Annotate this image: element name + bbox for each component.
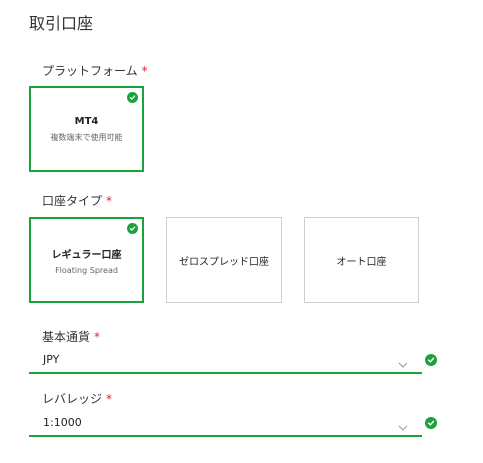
page-title: 取引口座 xyxy=(29,14,94,33)
chevron-down-icon xyxy=(398,354,408,373)
required-marker: * xyxy=(106,392,113,406)
platform-label-text: プラットフォーム xyxy=(42,64,138,78)
account-type-option-name: ゼロスプレッド口座 xyxy=(179,256,269,268)
account-type-option-name: オート口座 xyxy=(336,256,387,268)
leverage-select[interactable]: 1:1000 xyxy=(29,411,422,437)
currency-label: 基本通貨 * xyxy=(42,328,100,345)
leverage-label-text: レバレッジ xyxy=(42,392,103,406)
platform-option-mt4[interactable]: MT4 複数端末で使用可能 xyxy=(29,86,144,172)
currency-select[interactable]: JPY xyxy=(29,348,422,374)
valid-check-icon xyxy=(425,417,437,429)
currency-label-text: 基本通貨 xyxy=(42,330,91,344)
valid-check-icon xyxy=(425,354,437,366)
chevron-down-icon xyxy=(398,417,408,436)
platform-option-desc: 複数端末で使用可能 xyxy=(50,132,123,142)
check-icon xyxy=(127,223,138,234)
account-type-label-text: 口座タイプ xyxy=(42,194,103,208)
required-marker: * xyxy=(106,194,113,208)
platform-option-name: MT4 xyxy=(74,115,99,127)
platform-label: プラットフォーム * xyxy=(42,62,148,79)
account-type-option-zero-spread[interactable]: ゼロスプレッド口座 xyxy=(166,217,282,303)
leverage-value: 1:1000 xyxy=(43,416,82,429)
check-icon xyxy=(127,92,138,103)
account-type-option-desc: Floating Spread xyxy=(55,265,118,275)
currency-value: JPY xyxy=(43,353,60,366)
account-type-option-auto[interactable]: オート口座 xyxy=(304,217,419,303)
account-type-option-regular[interactable]: レギュラー口座 Floating Spread xyxy=(29,217,144,303)
account-type-label: 口座タイプ * xyxy=(42,192,112,209)
leverage-label: レバレッジ * xyxy=(42,390,112,407)
required-marker: * xyxy=(94,330,101,344)
account-type-option-name: レギュラー口座 xyxy=(51,249,122,261)
required-marker: * xyxy=(141,64,148,78)
